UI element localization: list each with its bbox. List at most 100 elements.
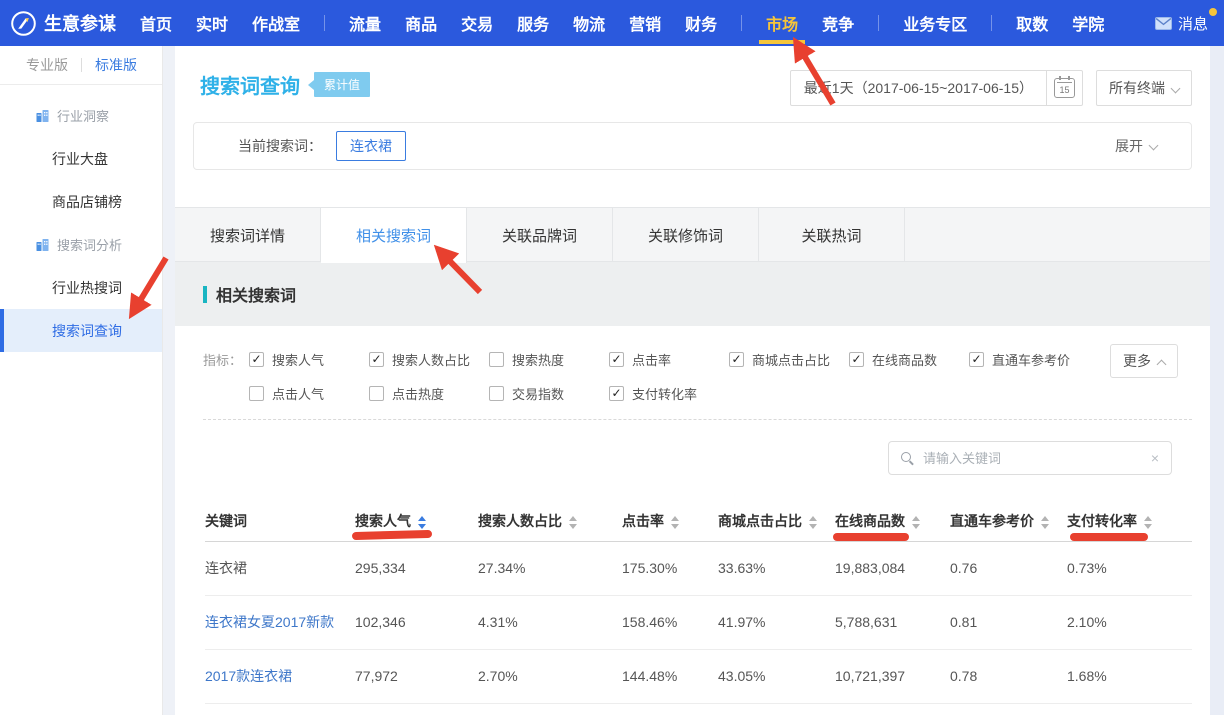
nav-item[interactable]: 流量 [349, 0, 381, 46]
checkbox-label: 交易指数 [512, 384, 564, 403]
column-header[interactable]: 直通车参考价 [950, 501, 1067, 541]
checkbox-icon [249, 386, 264, 401]
column-header[interactable]: 搜索人气 [355, 501, 478, 541]
nav-item[interactable]: 业务专区 [903, 0, 967, 46]
sort-icon[interactable] [569, 516, 577, 529]
sort-icon[interactable] [1144, 516, 1152, 529]
tab-filler [905, 208, 1210, 261]
vertical-divider [81, 58, 82, 72]
keyword-search-box: × [888, 441, 1172, 475]
nav-item[interactable]: 交易 [461, 0, 493, 46]
tab[interactable]: 相关搜索词 [321, 208, 467, 263]
sidebar-item-label: 行业洞察 [57, 106, 109, 125]
main-header: 搜索词查询 累计值 最近1天（2017-06-15~2017-06-15） 15… [200, 70, 1192, 112]
metric-checkbox[interactable]: ✓在线商品数 [849, 350, 969, 369]
column-header[interactable]: 支付转化率 [1067, 501, 1192, 541]
nav-item[interactable]: 财务 [685, 0, 717, 46]
sidebar: 专业版 标准版 行业洞察行业大盘商品店铺榜搜索词分析行业热搜词搜索词查询 [0, 46, 163, 715]
tab-pro-version[interactable]: 专业版 [26, 55, 68, 75]
sort-icon[interactable] [809, 516, 817, 529]
metric-checkbox[interactable]: ✓点击率 [609, 350, 729, 369]
sidebar-item[interactable]: 行业大盘 [0, 137, 162, 180]
metric-checkbox[interactable]: ✓搜索人数占比 [369, 350, 489, 369]
nav-item[interactable]: 商品 [405, 0, 437, 46]
keyword-search-input[interactable] [923, 451, 1142, 466]
sort-icon[interactable] [912, 516, 920, 529]
sort-icon[interactable] [418, 516, 426, 529]
sidebar-item[interactable]: 搜索词查询 [0, 309, 162, 352]
metric-checkbox[interactable]: 搜索热度 [489, 350, 609, 369]
tab[interactable]: 搜索词详情 [175, 208, 321, 262]
terminal-filter-dropdown[interactable]: 所有终端 [1096, 70, 1192, 106]
sidebar-section: 行业洞察 [0, 94, 162, 137]
nav-item[interactable]: 服务 [517, 0, 549, 46]
value-cell: 43.05% [718, 649, 835, 703]
chevron-down-icon [1171, 83, 1181, 93]
sidebar-item[interactable]: 商品店铺榜 [0, 180, 162, 223]
sidebar-item-label: 行业热搜词 [52, 278, 122, 298]
date-range-picker[interactable]: 最近1天（2017-06-15~2017-06-15） 15 [790, 70, 1083, 106]
nav-divider [324, 15, 325, 31]
nav-item[interactable]: 作战室 [252, 0, 300, 46]
sort-icon[interactable] [671, 516, 679, 529]
value-cell: 0.73% [1067, 541, 1192, 595]
checkbox-icon: ✓ [729, 352, 744, 367]
column-header: 关键词 [205, 501, 355, 541]
message-button[interactable]: 消息 [1155, 13, 1208, 34]
checkbox-icon: ✓ [369, 352, 384, 367]
metric-checkbox[interactable]: ✓直通车参考价 [969, 350, 1089, 369]
metric-checkbox[interactable]: 点击热度 [369, 384, 489, 403]
search-icon [901, 452, 914, 465]
envelope-icon [1155, 17, 1172, 30]
sort-icon[interactable] [1041, 516, 1049, 529]
metric-checkbox[interactable]: ✓商城点击占比 [729, 350, 849, 369]
sidebar-item-label: 搜索词分析 [57, 235, 122, 254]
right-gutter [1210, 46, 1224, 715]
nav-item[interactable]: 营销 [629, 0, 661, 46]
nav-item[interactable]: 取数 [1016, 0, 1048, 46]
metric-checkbox[interactable]: 交易指数 [489, 384, 609, 403]
nav-item[interactable]: 首页 [140, 0, 172, 46]
keyword-tag[interactable]: 连衣裙 [336, 131, 406, 161]
main-content: 搜索词查询 累计值 最近1天（2017-06-15~2017-06-15） 15… [175, 46, 1210, 715]
brand[interactable]: 生意参谋 [10, 10, 116, 37]
value-cell: 19,883,084 [835, 541, 950, 595]
version-tabs: 专业版 标准版 [0, 46, 162, 85]
column-header[interactable]: 点击率 [622, 501, 718, 541]
nav-item[interactable]: 物流 [573, 0, 605, 46]
checkbox-label: 支付转化率 [632, 384, 697, 403]
nav-item[interactable]: 竞争 [822, 0, 854, 46]
calendar-day: 15 [1059, 85, 1069, 97]
column-header[interactable]: 在线商品数 [835, 501, 950, 541]
keyword-cell[interactable]: 连衣裙女夏2017新款 [205, 595, 355, 649]
nav-item[interactable]: 市场 [766, 0, 798, 46]
section-title: 相关搜索词 [203, 282, 296, 306]
metric-checkbox[interactable]: 点击人气 [249, 384, 369, 403]
more-button[interactable]: 更多 [1110, 344, 1178, 378]
checkbox-icon [369, 386, 384, 401]
related-keywords-table: 关键词搜索人气搜索人数占比点击率商城点击占比在线商品数直通车参考价支付转化率 连… [205, 501, 1192, 704]
value-cell: 175.30% [622, 541, 718, 595]
expand-toggle[interactable]: 展开 [1115, 136, 1157, 156]
column-header[interactable]: 搜索人数占比 [478, 501, 622, 541]
checkbox-label: 搜索人气 [272, 350, 324, 369]
tab-content: 指标： ✓搜索人气✓搜索人数占比搜索热度✓点击率✓商城点击占比✓在线商品数✓直通… [175, 326, 1210, 704]
tab[interactable]: 关联修饰词 [613, 208, 759, 262]
sidebar-item[interactable]: 行业热搜词 [0, 266, 162, 309]
column-header[interactable]: 商城点击占比 [718, 501, 835, 541]
sidebar-item-label: 行业大盘 [52, 149, 108, 169]
keyword-cell: 连衣裙 [205, 541, 355, 595]
clear-input-icon[interactable]: × [1151, 451, 1159, 465]
tab-standard-version[interactable]: 标准版 [95, 55, 137, 75]
building-icon [36, 238, 49, 251]
keyword-cell[interactable]: 2017款连衣裙 [205, 649, 355, 703]
value-cell: 158.46% [622, 595, 718, 649]
tab[interactable]: 关联热词 [759, 208, 905, 262]
tab[interactable]: 关联品牌词 [467, 208, 613, 262]
table-header-row: 关键词搜索人气搜索人数占比点击率商城点击占比在线商品数直通车参考价支付转化率 [205, 501, 1192, 541]
metric-checkbox[interactable]: ✓支付转化率 [609, 384, 729, 403]
nav-item[interactable]: 学院 [1072, 0, 1104, 46]
metric-checkbox[interactable]: ✓搜索人气 [249, 350, 369, 369]
calendar-button[interactable]: 15 [1046, 70, 1082, 106]
nav-item[interactable]: 实时 [196, 0, 228, 46]
